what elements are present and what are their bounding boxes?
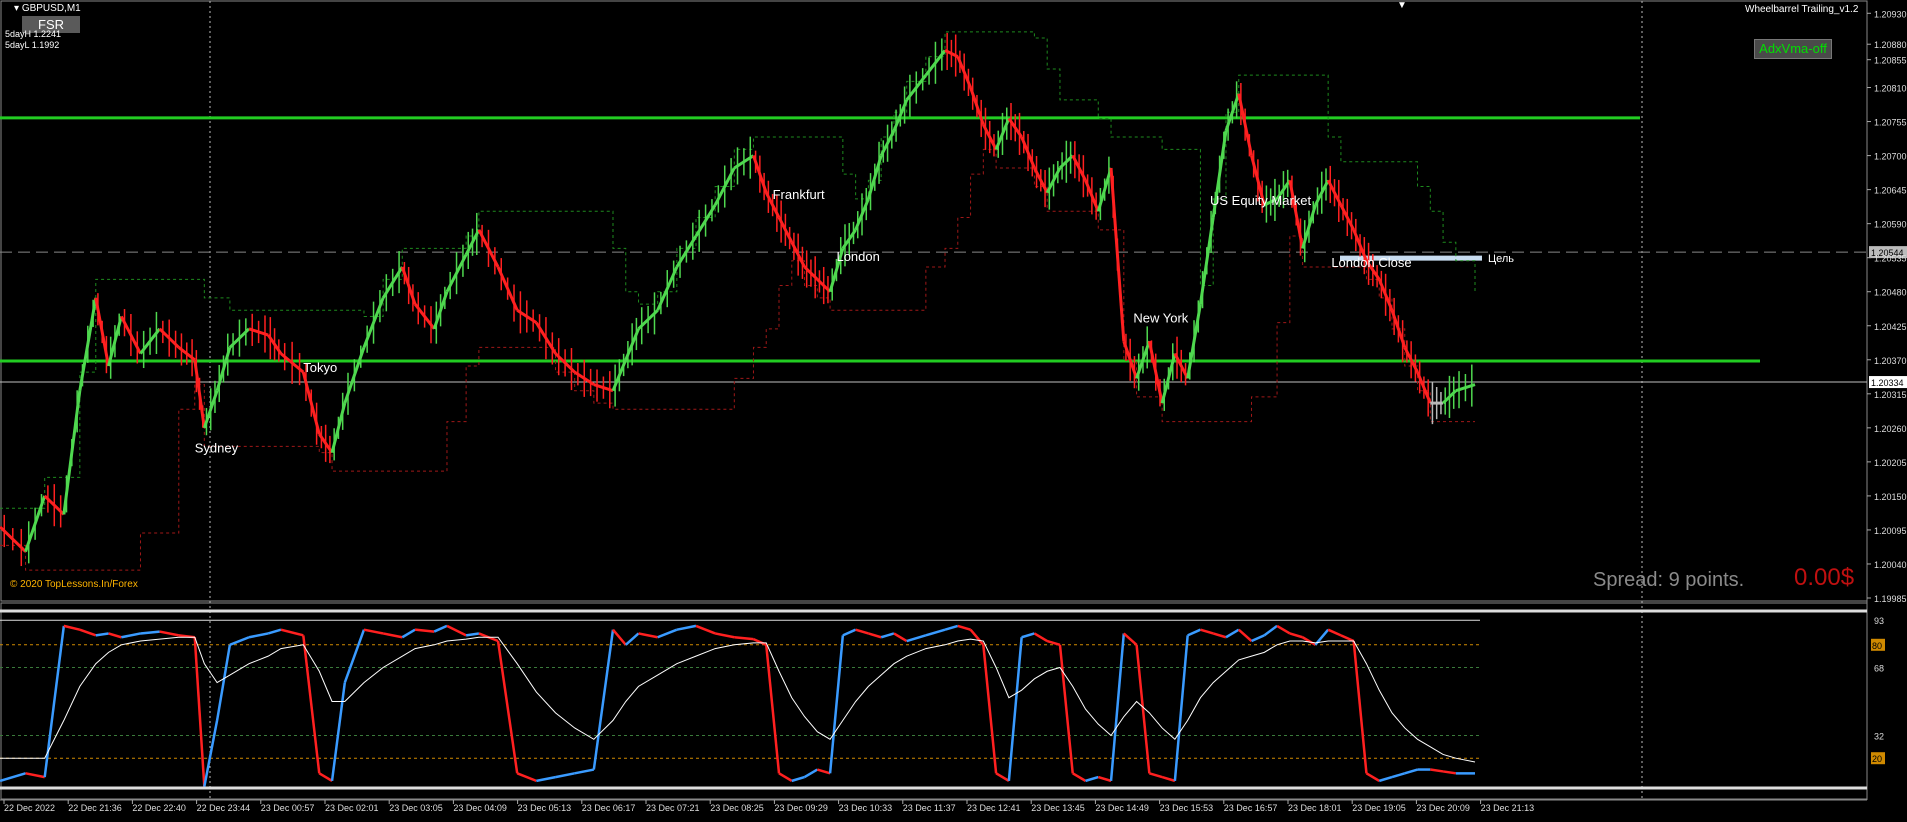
- copyright-text: © 2020 TopLessons.In/Forex: [10, 579, 138, 590]
- price-axis-label: 1.20315: [1874, 390, 1907, 400]
- trading-chart[interactable]: Цель Sydney Tokyo Frankfurt London New York U…: [0, 0, 1907, 822]
- time-axis-label: 23 Dec 12:41: [967, 803, 1021, 813]
- time-axis-label: 23 Dec 04:09: [453, 803, 507, 813]
- dropdown-icon[interactable]: ▾: [14, 3, 22, 14]
- time-axis-label: 23 Dec 07:21: [646, 803, 700, 813]
- time-axis-label: 23 Dec 16:57: [1224, 803, 1278, 813]
- time-axis-label: 23 Dec 06:17: [582, 803, 636, 813]
- session-label: Frankfurt: [773, 187, 825, 202]
- price-axis-label: 1.20535: [1874, 254, 1907, 264]
- session-label: Sydney: [195, 441, 239, 456]
- time-axis-label: 22 Dec 21:36: [68, 803, 122, 813]
- target-label: Цель: [1488, 253, 1514, 265]
- oscillator-axis-label: 80: [1872, 641, 1882, 651]
- session-label: New York: [1133, 311, 1188, 326]
- pnl-label: 0.00$: [1794, 564, 1855, 591]
- time-axis-label: 23 Dec 15:53: [1160, 803, 1214, 813]
- price-axis-label: 1.20260: [1874, 424, 1907, 434]
- spread-label: Spread: 9 points.: [1593, 569, 1745, 591]
- time-axis-label: 23 Dec 03:05: [389, 803, 443, 813]
- price-axis-label: 1.20480: [1874, 288, 1907, 298]
- oscillator-axis-label: 32: [1874, 732, 1884, 742]
- time-axis-label: 23 Dec 05:13: [518, 803, 572, 813]
- price-axis-label: 1.20700: [1874, 152, 1907, 162]
- price-axis-label: 1.20755: [1874, 118, 1907, 128]
- price-axis-label: 1.20425: [1874, 322, 1907, 332]
- adxvma-toggle-button[interactable]: AdxVma-off: [1754, 39, 1832, 59]
- time-axis-label: 22 Dec 22:40: [132, 803, 186, 813]
- price-axis-label: 1.20040: [1874, 560, 1907, 570]
- time-axis-label: 23 Dec 02:01: [325, 803, 379, 813]
- time-axis-label: 23 Dec 09:29: [774, 803, 828, 813]
- oscillator-axis-label: 68: [1874, 663, 1884, 673]
- time-axis-label: 23 Dec 20:09: [1416, 803, 1470, 813]
- price-axis-label: 1.20855: [1874, 56, 1907, 66]
- time-axis-label: 22 Dec 23:44: [197, 803, 251, 813]
- price-axis-label: 1.20590: [1874, 220, 1907, 230]
- time-axis-label: 23 Dec 10:33: [839, 803, 893, 813]
- symbol-label: ▾ GBPUSD,M1: [14, 3, 81, 14]
- price-axis-label: 1.20880: [1874, 40, 1907, 50]
- price-axis-label: 1.19985: [1874, 594, 1907, 604]
- time-axis-label: 23 Dec 21:13: [1481, 803, 1535, 813]
- indicator-name: Wheelbarrel Trailing_v1.2: [1745, 4, 1859, 15]
- session-label: Tokyo: [303, 360, 337, 375]
- price-axis-label: 1.20810: [1874, 84, 1907, 94]
- time-axis-label: 23 Dec 19:05: [1352, 803, 1406, 813]
- time-axis-label: 23 Dec 18:01: [1288, 803, 1342, 813]
- time-axis-label: 23 Dec 14:49: [1095, 803, 1149, 813]
- time-axis-label: 22 Dec 2022: [4, 803, 55, 813]
- five-day-low: 5dayL 1.1992: [5, 40, 60, 50]
- price-axis-label: 1.20150: [1874, 492, 1907, 502]
- session-label: London: [836, 249, 879, 264]
- price-axis-label: 1.20930: [1874, 9, 1907, 19]
- price-axis-label: 1.20205: [1874, 458, 1907, 468]
- symbol-text: GBPUSD,M1: [21, 3, 81, 14]
- session-label: London Close: [1331, 255, 1411, 270]
- oscillator-axis-label: 20: [1872, 754, 1882, 764]
- time-axis-label: 23 Dec 00:57: [261, 803, 315, 813]
- five-day-high: 5dayH 1.2241: [5, 29, 62, 39]
- price-axis-label: 1.20334: [1871, 378, 1904, 388]
- time-axis-label: 23 Dec 13:45: [1031, 803, 1085, 813]
- shift-marker-icon[interactable]: ▼: [1397, 0, 1407, 11]
- price-axis-label: 1.20645: [1874, 186, 1907, 196]
- price-axis-label: 1.20370: [1874, 356, 1907, 366]
- time-axis-label: 23 Dec 11:37: [903, 803, 956, 813]
- oscillator-axis-label: 93: [1874, 616, 1884, 626]
- price-axis-label: 1.20095: [1874, 526, 1907, 536]
- time-axis-label: 23 Dec 08:25: [710, 803, 764, 813]
- session-label: US Equity Market: [1210, 193, 1312, 208]
